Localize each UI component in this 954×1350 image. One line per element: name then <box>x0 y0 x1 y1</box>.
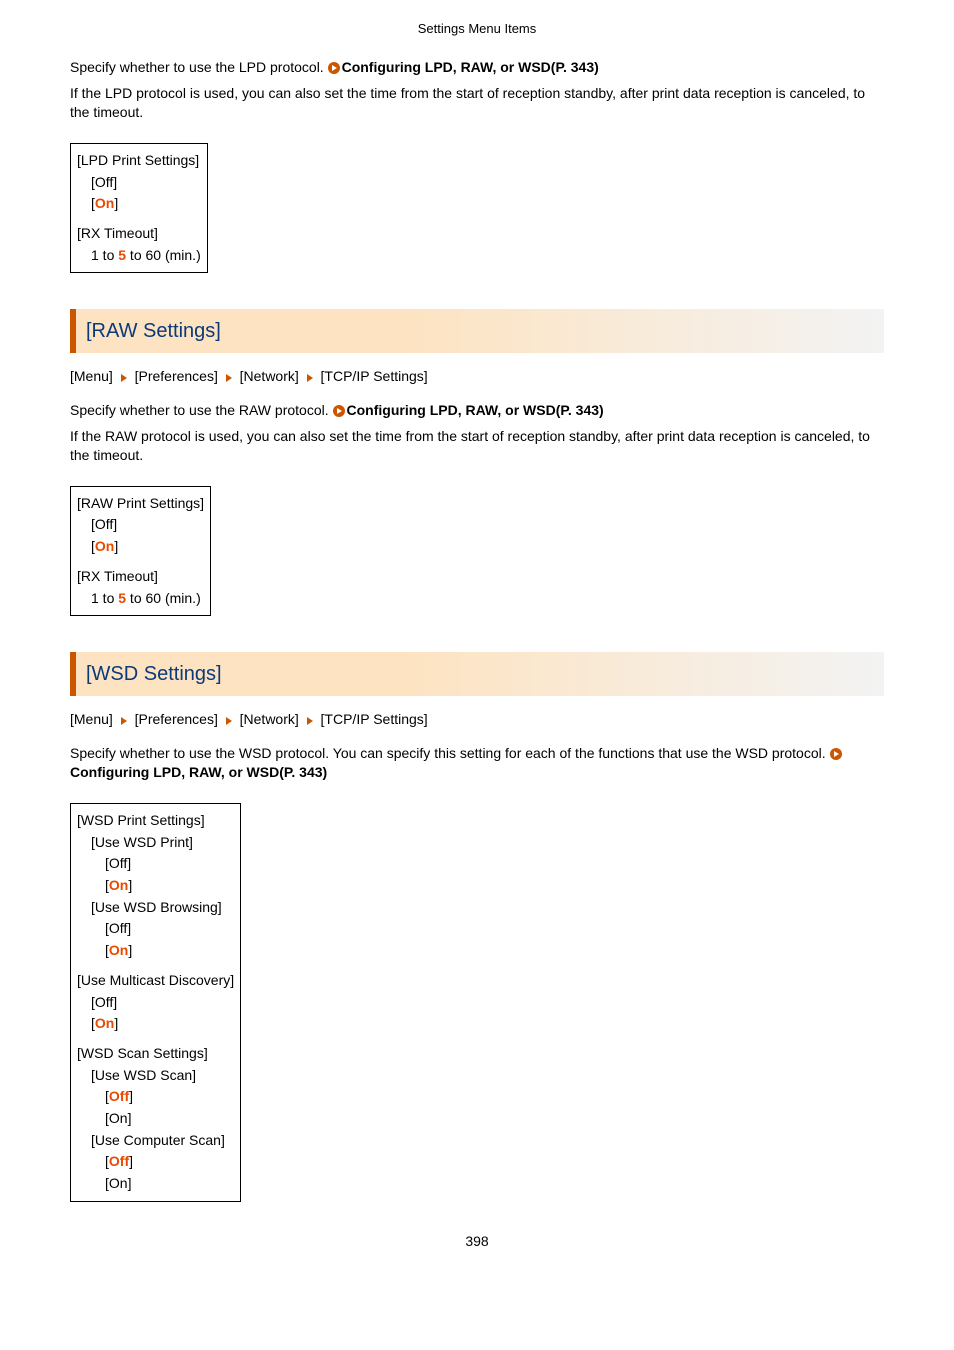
wsd-intro: Specify whether to use the WSD protocol.… <box>70 744 884 783</box>
wsd-print-off: [Off] <box>77 853 234 875</box>
raw-rx-range: 1 to 5 to 60 (min.) <box>77 588 204 610</box>
lpd-settings-box: [LPD Print Settings] [Off] [On] [RX Time… <box>70 143 208 273</box>
lpd-rx-range: 1 to 5 to 60 (min.) <box>77 245 201 267</box>
raw-intro-2: If the RAW protocol is used, you can als… <box>70 427 884 466</box>
crumb-tcpip: [TCP/IP Settings] <box>321 711 428 727</box>
crumb-menu: [Menu] <box>70 368 113 384</box>
link-icon <box>328 62 340 74</box>
crumb-preferences: [Preferences] <box>135 368 218 384</box>
lpd-intro: Specify whether to use the LPD protocol.… <box>70 58 884 78</box>
link-icon <box>830 748 842 760</box>
raw-intro-text: Specify whether to use the RAW protocol. <box>70 402 333 418</box>
page-header: Settings Menu Items <box>70 20 884 38</box>
raw-on-default: On <box>95 538 114 554</box>
wsd-scan-settings-label: [WSD Scan Settings] <box>77 1043 234 1065</box>
use-wsd-browsing-label: [Use WSD Browsing] <box>77 897 234 919</box>
raw-on-option: [On] <box>77 536 204 558</box>
chevron-right-icon <box>226 374 232 382</box>
raw-print-settings-label: [RAW Print Settings] <box>77 493 204 515</box>
xref-wsd[interactable]: Configuring LPD, RAW, or WSD(P. 343) <box>70 764 327 780</box>
lpd-off-option: [Off] <box>77 172 201 194</box>
raw-off-option: [Off] <box>77 514 204 536</box>
chevron-right-icon <box>121 717 127 725</box>
crumb-tcpip: [TCP/IP Settings] <box>321 368 428 384</box>
wsd-scan-off: [Off] <box>77 1086 234 1108</box>
crumb-network: [Network] <box>240 368 299 384</box>
use-wsd-scan-label: [Use WSD Scan] <box>77 1065 234 1087</box>
wsd-print-settings-label: [WSD Print Settings] <box>77 810 234 832</box>
page-number: 398 <box>70 1232 884 1252</box>
use-wsd-print-label: [Use WSD Print] <box>77 832 234 854</box>
multicast-off: [Off] <box>77 992 234 1014</box>
raw-rx-timeout-label: [RX Timeout] <box>77 566 204 588</box>
wsd-browsing-off: [Off] <box>77 918 234 940</box>
wsd-scan-on: [On] <box>77 1108 234 1130</box>
use-computer-scan-label: [Use Computer Scan] <box>77 1130 234 1152</box>
chevron-right-icon <box>307 374 313 382</box>
crumb-menu: [Menu] <box>70 711 113 727</box>
multicast-on: [On] <box>77 1013 234 1035</box>
wsd-print-on: [On] <box>77 875 234 897</box>
wsd-settings-box: [WSD Print Settings] [Use WSD Print] [Of… <box>70 803 241 1202</box>
chevron-right-icon <box>226 717 232 725</box>
xref-lpd[interactable]: Configuring LPD, RAW, or WSD(P. 343) <box>342 59 599 75</box>
lpd-intro-text: Specify whether to use the LPD protocol. <box>70 59 328 75</box>
wsd-browsing-on: [On] <box>77 940 234 962</box>
computer-scan-off: [Off] <box>77 1151 234 1173</box>
lpd-intro-2: If the LPD protocol is used, you can als… <box>70 84 884 123</box>
lpd-rx-timeout-label: [RX Timeout] <box>77 223 201 245</box>
computer-scan-on: [On] <box>77 1173 234 1195</box>
raw-breadcrumb: [Menu] [Preferences] [Network] [TCP/IP S… <box>70 367 884 387</box>
xref-raw[interactable]: Configuring LPD, RAW, or WSD(P. 343) <box>347 402 604 418</box>
lpd-on-option: [On] <box>77 193 201 215</box>
chevron-right-icon <box>121 374 127 382</box>
crumb-network: [Network] <box>240 711 299 727</box>
wsd-settings-heading: [WSD Settings] <box>70 652 884 696</box>
link-icon <box>333 405 345 417</box>
lpd-print-settings-label: [LPD Print Settings] <box>77 150 201 172</box>
raw-intro: Specify whether to use the RAW protocol.… <box>70 401 884 421</box>
lpd-on-default: On <box>95 195 114 211</box>
wsd-intro-text: Specify whether to use the WSD protocol.… <box>70 745 830 761</box>
use-multicast-discovery-label: [Use Multicast Discovery] <box>77 970 234 992</box>
crumb-preferences: [Preferences] <box>135 711 218 727</box>
raw-settings-box: [RAW Print Settings] [Off] [On] [RX Time… <box>70 486 211 616</box>
wsd-breadcrumb: [Menu] [Preferences] [Network] [TCP/IP S… <box>70 710 884 730</box>
chevron-right-icon <box>307 717 313 725</box>
raw-settings-heading: [RAW Settings] <box>70 309 884 353</box>
